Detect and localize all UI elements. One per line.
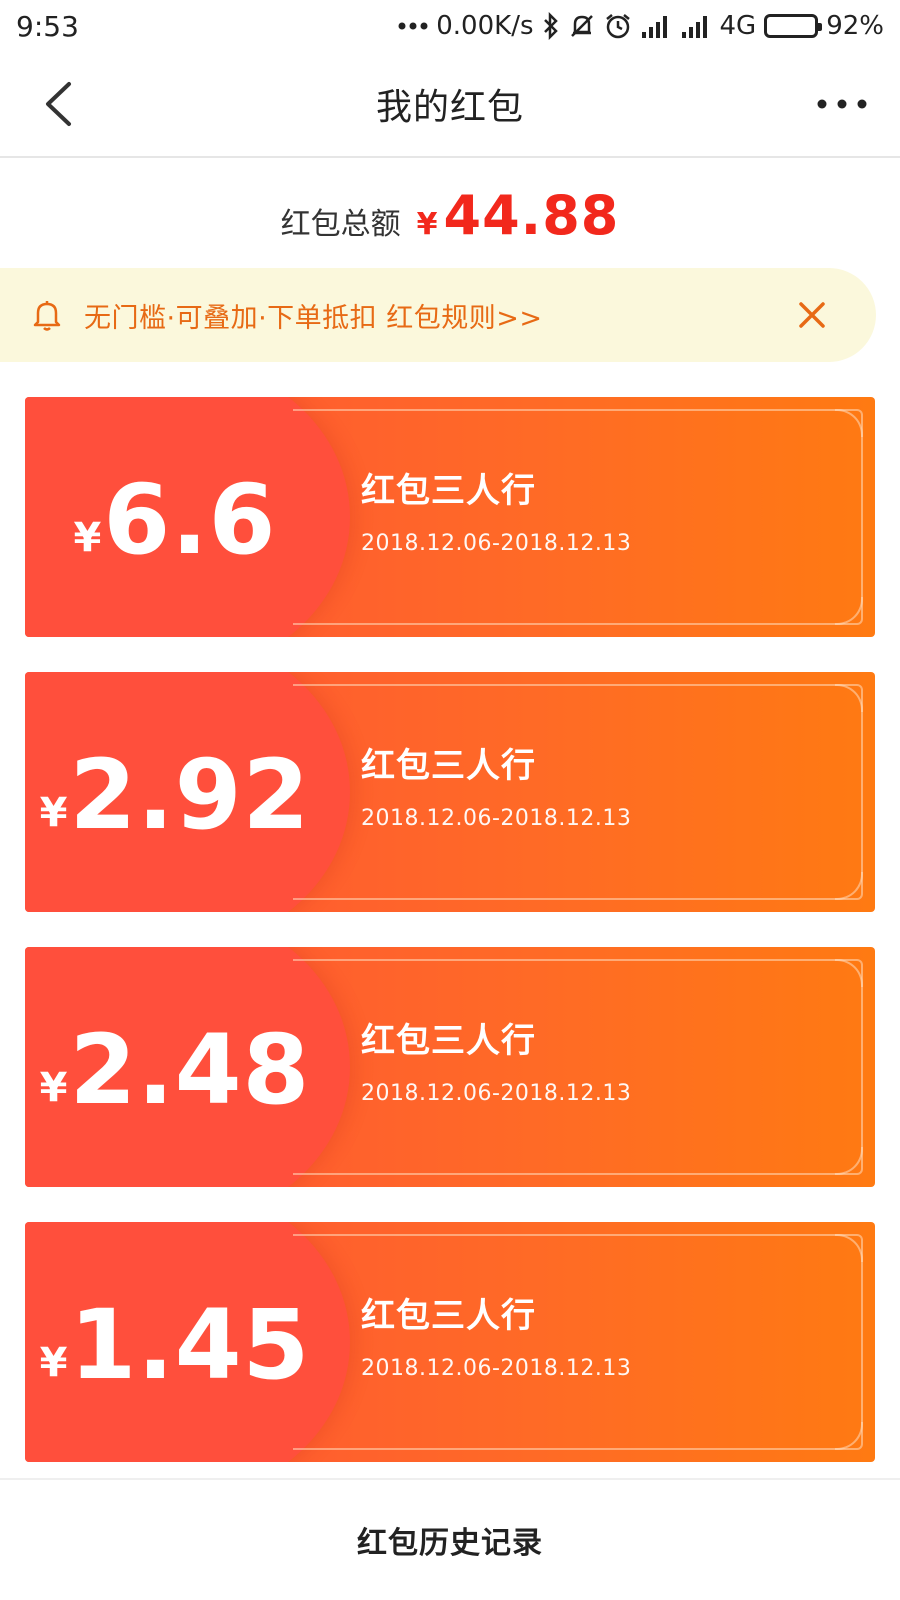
- nav-bar: 我的红包: [0, 52, 900, 158]
- status-icons: 0.00K/s 4G 92%: [398, 11, 884, 41]
- red-packet-card[interactable]: ¥ 6.6 红包三人行 2018.12.06-2018.12.13: [25, 397, 875, 637]
- network-type: 4G: [719, 11, 757, 41]
- more-button[interactable]: [812, 80, 872, 128]
- card-amount: ¥ 1.45: [25, 1222, 325, 1462]
- card-value: 2.92: [69, 739, 311, 851]
- card-value: 2.48: [69, 1014, 311, 1126]
- status-bar: 9:53 0.00K/s 4G 92%: [0, 0, 900, 52]
- battery-level: 92%: [826, 11, 884, 41]
- back-button[interactable]: [30, 76, 86, 132]
- card-date: 2018.12.06-2018.12.13: [361, 531, 632, 556]
- more-dots-icon: [817, 99, 867, 109]
- card-currency: ¥: [73, 515, 102, 561]
- close-button[interactable]: [794, 297, 830, 333]
- card-value: 1.45: [69, 1289, 311, 1401]
- card-frame: [293, 684, 863, 900]
- total-label: 红包总额: [280, 207, 401, 242]
- card-date: 2018.12.06-2018.12.13: [361, 1356, 632, 1381]
- chevron-left-icon: [46, 82, 71, 126]
- history-link[interactable]: 红包历史记录: [357, 1518, 543, 1562]
- card-title: 红包三人行: [361, 471, 536, 511]
- card-title: 红包三人行: [361, 1296, 536, 1336]
- card-title: 红包三人行: [361, 1021, 536, 1061]
- battery-icon: [764, 14, 823, 38]
- card-frame: [293, 1234, 863, 1450]
- total-amount-section: 红包总额 ¥ 44.88: [0, 160, 900, 260]
- alarm-icon: [604, 12, 632, 40]
- card-title: 红包三人行: [361, 746, 536, 786]
- total-currency: ¥: [416, 207, 438, 242]
- card-value: 6.6: [103, 464, 277, 576]
- close-icon: [799, 302, 825, 328]
- page-title: 我的红包: [375, 87, 524, 128]
- status-time: 9:53: [16, 9, 79, 43]
- card-amount: ¥ 2.48: [25, 947, 325, 1187]
- bluetooth-icon: [542, 12, 560, 40]
- dots-icon: [398, 21, 428, 31]
- bell-icon: [32, 298, 66, 332]
- total-amount: 44.88: [443, 184, 620, 247]
- signal-icon: [680, 14, 712, 38]
- card-amount: ¥ 2.92: [25, 672, 325, 912]
- card-currency: ¥: [39, 790, 68, 836]
- card-frame: [293, 959, 863, 1175]
- signal-icon: [640, 14, 672, 38]
- card-date: 2018.12.06-2018.12.13: [361, 806, 632, 831]
- notice-banner[interactable]: 无门槛·可叠加·下单抵扣 红包规则>>: [0, 268, 876, 362]
- red-packet-card[interactable]: ¥ 2.48 红包三人行 2018.12.06-2018.12.13: [25, 947, 875, 1187]
- bottom-bar: 红包历史记录: [0, 1478, 900, 1600]
- card-currency: ¥: [39, 1065, 68, 1111]
- red-packet-card[interactable]: ¥ 2.92 红包三人行 2018.12.06-2018.12.13: [25, 672, 875, 912]
- card-frame: [293, 409, 863, 625]
- card-date: 2018.12.06-2018.12.13: [361, 1081, 632, 1106]
- red-packet-card[interactable]: ¥ 1.45 红包三人行 2018.12.06-2018.12.13: [25, 1222, 875, 1462]
- card-currency: ¥: [39, 1340, 68, 1386]
- mute-icon: [568, 12, 596, 40]
- red-packet-list: ¥ 6.6 红包三人行 2018.12.06-2018.12.13 ¥ 2.92…: [25, 397, 875, 1497]
- network-speed: 0.00K/s: [436, 11, 534, 41]
- card-amount: ¥ 6.6: [25, 397, 325, 637]
- notice-text[interactable]: 无门槛·可叠加·下单抵扣 红包规则>>: [84, 296, 543, 335]
